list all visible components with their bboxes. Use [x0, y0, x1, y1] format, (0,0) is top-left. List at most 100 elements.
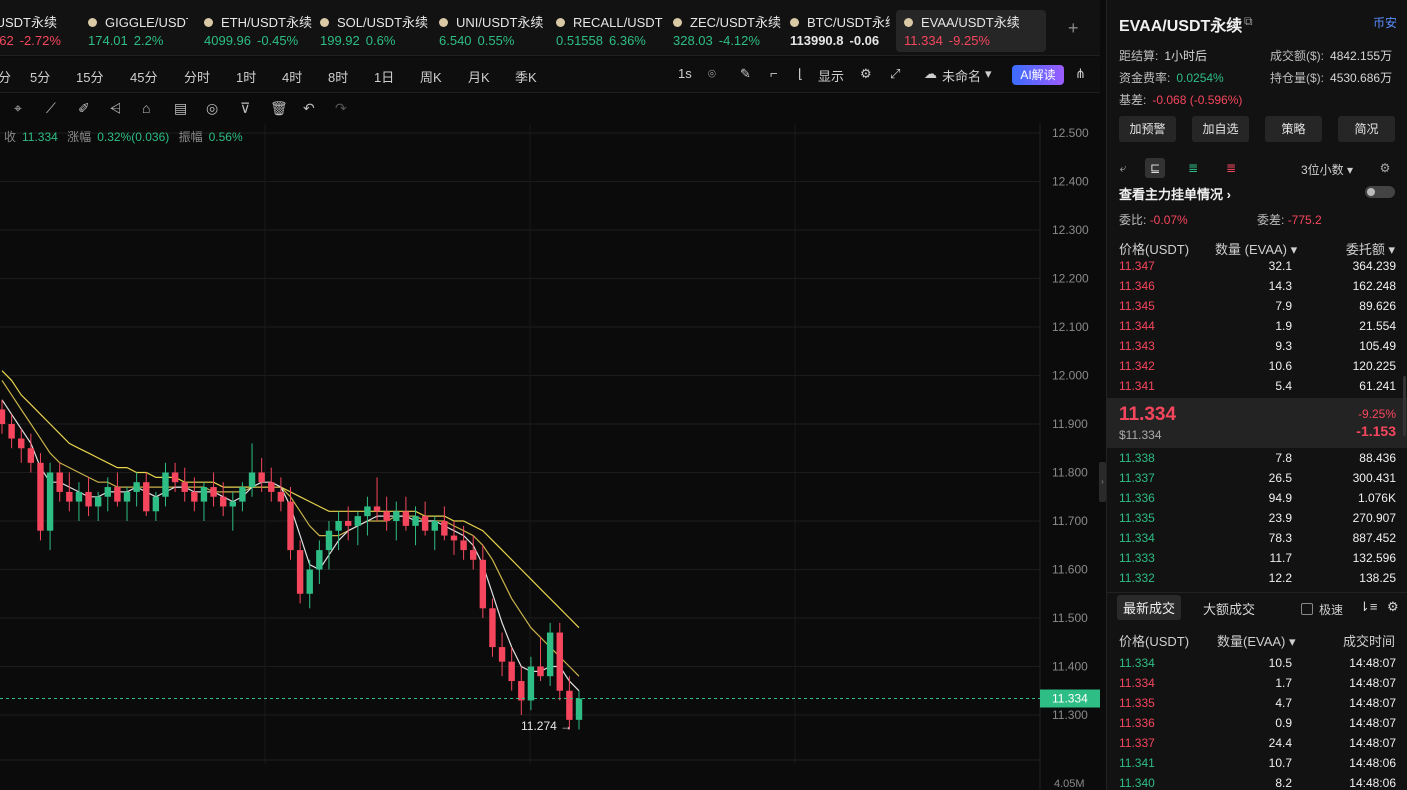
tab-large-trades[interactable]: 大额成交 — [1203, 599, 1255, 618]
pencil-icon[interactable]: ✎ — [740, 66, 751, 82]
main-orders-link[interactable]: 查看主力挂单情况 › — [1119, 184, 1231, 203]
timeframe-option[interactable]: 1时 — [236, 67, 256, 86]
layout-name[interactable]: 未命名 — [942, 66, 981, 85]
candle-body — [229, 501, 236, 507]
orderbook-asks-icon[interactable]: ≣ — [1221, 158, 1241, 178]
orderbook-row[interactable]: 11.347 32.1 364.239 — [1107, 256, 1407, 276]
ticker-tab[interactable]: ETH/USDT永续 4099.96 -0.45% — [204, 10, 314, 52]
trades-header-qty[interactable]: 数量(EVAA) ▾ — [1217, 631, 1296, 650]
trade-row[interactable]: 11.336 0.9 14:48:07 — [1107, 713, 1407, 733]
crop-icon[interactable]: ⌐ — [770, 66, 778, 81]
timeframe-option[interactable]: 45分 — [130, 67, 157, 86]
share-icon[interactable]: ⋔ — [1075, 66, 1086, 82]
orderbook-bids-icon[interactable]: ≣ — [1183, 158, 1203, 178]
timeframe-option[interactable]: 季K — [515, 67, 537, 86]
orderbook-row[interactable]: 11.344 1.9 21.554 — [1107, 316, 1407, 336]
display-menu[interactable]: 显示 — [818, 66, 844, 85]
orderbook-row[interactable]: 11.342 10.6 120.225 — [1107, 356, 1407, 376]
ticker-tab[interactable]: ZEC/USDT永续 328.03 -4.12% — [673, 10, 783, 52]
ticker-tab[interactable]: RECALL/USDT 0.51558 6.36% — [556, 10, 666, 52]
ticker-tab[interactable]: BTC/USDT永续 113990.8 -0.06 — [790, 10, 890, 52]
timeframe-option[interactable]: 8时 — [328, 67, 348, 86]
panel-collapse-handle[interactable]: › — [1099, 462, 1106, 502]
cloud-icon[interactable]: ☁ — [924, 66, 937, 82]
orderbook-both-icon[interactable]: ⤶ — [1113, 158, 1133, 178]
redo-icon[interactable]: ↷ — [335, 100, 347, 117]
trade-row[interactable]: 11.335 4.7 14:48:07 — [1107, 693, 1407, 713]
settings-icon[interactable]: ⚙ — [860, 66, 872, 82]
trash-icon[interactable]: 🗑 — [270, 100, 288, 117]
timeframe-option[interactable]: 月K — [468, 67, 490, 86]
ticker-price: 6.540 0.55% — [439, 32, 549, 50]
orderbook-row[interactable]: 11.332 12.2 138.25 — [1107, 568, 1407, 588]
orderbook-row[interactable]: 11.333 11.7 132.596 — [1107, 548, 1407, 568]
magnet-icon[interactable]: ◎ — [206, 100, 218, 117]
orderbook-row[interactable]: 11.338 7.8 88.436 — [1107, 448, 1407, 468]
close-label: 收 — [4, 130, 17, 144]
ticker-tab[interactable]: SOL/USDT永续 199.92 0.6% — [320, 10, 430, 52]
timeframe-option[interactable]: 15分 — [76, 67, 103, 86]
orderbook-row[interactable]: 11.336 94.9 1.076K — [1107, 488, 1407, 508]
orderbook-row[interactable]: 11.337 26.5 300.431 — [1107, 468, 1407, 488]
fast-mode-checkbox[interactable] — [1301, 603, 1313, 615]
timeframe-option[interactable]: 4时 — [282, 67, 302, 86]
orderbook-scrollbar[interactable] — [1403, 376, 1406, 436]
main-orders-toggle[interactable] — [1365, 186, 1395, 198]
brush-tool-icon[interactable]: ✐ — [78, 100, 90, 117]
strategy-button[interactable]: 策略 — [1265, 116, 1322, 142]
ticker-tab[interactable]: EVAA/USDT永续 11.334 -9.25% — [896, 10, 1046, 52]
chevron-down-icon[interactable]: ▾ — [985, 66, 992, 82]
trade-row[interactable]: 11.334 10.5 14:48:07 — [1107, 653, 1407, 673]
timeframe-option[interactable]: 1日 — [374, 67, 394, 86]
orderbook-row[interactable]: 11.341 5.4 61.241 — [1107, 376, 1407, 396]
interval-selector[interactable]: 1s — [678, 66, 692, 81]
trades-filter-icon[interactable]: ⇂≡ — [1359, 599, 1377, 615]
cursor-tool-icon[interactable]: ⌖ — [14, 100, 22, 117]
decimal-selector[interactable]: 3位小数 ▾ — [1301, 161, 1353, 178]
line-tool-icon[interactable]: ⟋ — [46, 100, 56, 117]
measure-tool-icon[interactable]: ▤ — [174, 100, 187, 117]
ticker-tab[interactable]: UNI/USDT永续 6.540 0.55% — [439, 10, 549, 52]
pattern-tool-icon[interactable]: ⩤ — [110, 100, 121, 117]
orderbook-settings-icon[interactable]: ⚙ — [1375, 158, 1395, 178]
add-alert-button[interactable]: 加预警 — [1119, 116, 1176, 142]
chart-canvas[interactable]: 12.500 12.400 12.300 12.200 12.100 12.000 11.9… — [0, 124, 1100, 790]
price-chart[interactable]: 12.500 12.400 12.300 12.200 12.100 12.000 11.9… — [0, 124, 1100, 790]
timeframe-option[interactable]: 分 — [0, 67, 11, 86]
exchange-link[interactable]: 币安 — [1373, 14, 1397, 31]
add-watchlist-button[interactable]: 加自选 — [1192, 116, 1249, 142]
undo-icon[interactable]: ↶ — [303, 100, 315, 117]
row-quantity: 10.7 — [1268, 756, 1292, 770]
orderbook-row[interactable]: 11.345 7.9 89.626 — [1107, 296, 1407, 316]
lock-icon[interactable]: ⌂ — [142, 100, 150, 116]
trades-settings-icon[interactable]: ⚙ — [1387, 599, 1399, 615]
orderbook-row[interactable]: 11.335 23.9 270.907 — [1107, 508, 1407, 528]
ticker-tab[interactable]: GIGGLE/USDT 174.01 2.2% — [88, 10, 188, 52]
camera-icon[interactable]: ⌾ — [708, 66, 716, 82]
candle — [325, 521, 333, 570]
trade-row[interactable]: 11.334 1.7 14:48:07 — [1107, 673, 1407, 693]
overview-button[interactable]: 简况 — [1338, 116, 1395, 142]
trade-row[interactable]: 11.341 10.7 14:48:06 — [1107, 753, 1407, 773]
orderbook-row[interactable]: 11.346 14.3 162.248 — [1107, 276, 1407, 296]
orderbook-row[interactable]: 11.334 78.3 887.452 — [1107, 528, 1407, 548]
row-time: 14:48:06 — [1349, 756, 1396, 770]
orderbook-depth-icon[interactable]: ⊑ — [1145, 158, 1165, 178]
ai-analysis-button[interactable]: AI解读 — [1012, 65, 1064, 85]
timeframe-option[interactable]: 5分 — [30, 67, 50, 86]
candle-body — [8, 424, 15, 439]
row-price: 11.341 — [1119, 379, 1155, 393]
filter-icon[interactable]: ⊽ — [240, 100, 250, 117]
timeframe-option[interactable]: 周K — [420, 67, 442, 86]
trade-row[interactable]: 11.340 8.2 14:48:06 — [1107, 773, 1407, 790]
trade-row[interactable]: 11.337 24.4 14:48:07 — [1107, 733, 1407, 753]
timeframe-option[interactable]: 分时 — [184, 67, 210, 86]
copy-icon[interactable]: ⧉ — [1244, 14, 1253, 29]
ticker-tab[interactable]: /USDT永续 062 -2.72% — [0, 10, 72, 52]
fullscreen-icon[interactable]: ⤢ — [890, 66, 900, 82]
orderbook-row[interactable]: 11.343 9.3 105.49 — [1107, 336, 1407, 356]
add-tab-icon[interactable]: + — [1068, 18, 1079, 39]
display-icon[interactable]: ⌊ — [798, 66, 803, 82]
row-time: 14:48:07 — [1349, 716, 1396, 730]
tab-latest-trades[interactable]: 最新成交 — [1117, 595, 1182, 620]
